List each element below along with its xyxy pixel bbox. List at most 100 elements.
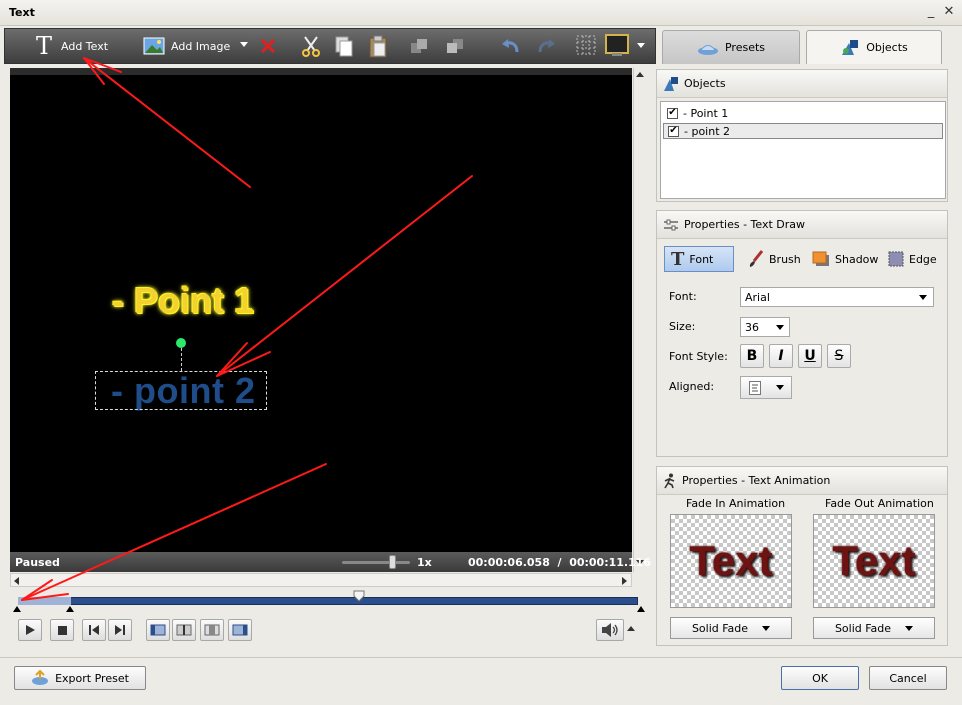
objects-panel-header: Objects <box>657 70 947 98</box>
chevron-down-icon <box>776 324 789 330</box>
tab-presets[interactable]: Presets <box>662 30 800 64</box>
next-frame-button[interactable] <box>108 619 132 641</box>
text-draw-panel-header: Properties - Text Draw <box>657 211 947 239</box>
ok-button[interactable]: OK <box>781 666 859 690</box>
text-animation-panel-header: Properties - Text Animation <box>657 467 947 495</box>
italic-button[interactable]: I <box>769 344 793 368</box>
volume-button[interactable] <box>596 619 624 641</box>
aligned-label: Aligned: <box>669 380 715 393</box>
previous-frame-button[interactable] <box>82 619 106 641</box>
background-dropdown-icon[interactable] <box>637 43 645 48</box>
trim-icon <box>204 624 220 636</box>
timeline-selection[interactable] <box>18 597 71 605</box>
edge-icon <box>888 251 904 267</box>
speed-value: 1x <box>417 556 432 569</box>
minimize-button[interactable]: _ <box>924 5 938 19</box>
fade-out-value: Solid Fade <box>834 621 892 635</box>
canvas-text-point-1[interactable]: - Point 1 <box>112 280 254 322</box>
copy-icon[interactable] <box>333 35 355 57</box>
bring-forward-icon[interactable] <box>409 37 429 55</box>
tab-font[interactable]: T Font <box>664 246 734 272</box>
fade-in-preview-text: Text <box>689 537 773 584</box>
fade-out-select[interactable]: Solid Fade <box>813 617 935 639</box>
add-image-dropdown-icon[interactable] <box>240 42 248 47</box>
objects-icon <box>840 39 860 57</box>
fade-out-label: Fade Out Animation <box>825 497 934 510</box>
object-label: - Point 1 <box>683 106 729 120</box>
cut-icon[interactable] <box>300 35 322 57</box>
skip-forward-icon <box>115 625 125 635</box>
scroll-right-icon[interactable] <box>622 577 627 585</box>
brush-icon <box>748 250 764 268</box>
list-item[interactable]: ✔ - Point 1 <box>663 105 943 121</box>
add-image-button[interactable]: Add Image <box>143 29 230 63</box>
add-image-label: Add Image <box>171 39 231 53</box>
vertical-scrollbar[interactable] <box>633 68 646 572</box>
list-item-selected[interactable]: ✔ - point 2 <box>663 123 943 139</box>
selection-box[interactable] <box>95 371 267 410</box>
font-select[interactable]: Arial <box>740 287 934 307</box>
properties-icon <box>663 219 679 231</box>
shadow-icon <box>812 251 830 267</box>
grid-icon[interactable] <box>576 35 596 55</box>
export-preset-button[interactable]: Export Preset <box>14 666 146 690</box>
paste-icon[interactable] <box>367 34 389 58</box>
delete-icon[interactable] <box>259 37 277 55</box>
horizontal-scrollbar[interactable] <box>10 573 632 587</box>
set-start-button[interactable] <box>146 619 170 641</box>
tab-edge[interactable]: Edge <box>882 246 943 272</box>
footer-divider <box>0 657 962 658</box>
timeline-out-marker-icon[interactable] <box>637 606 645 612</box>
strikethrough-button[interactable]: S <box>827 344 851 368</box>
speed-slider-track[interactable] <box>342 561 410 564</box>
underline-button[interactable]: U <box>798 344 822 368</box>
play-button[interactable] <box>18 619 42 641</box>
stop-button[interactable] <box>50 619 74 641</box>
speaker-icon <box>601 623 619 637</box>
add-text-button[interactable]: T Add Text <box>33 29 108 63</box>
object-checkbox[interactable]: ✔ <box>667 107 678 119</box>
send-backward-icon[interactable] <box>445 37 465 55</box>
bold-button[interactable]: B <box>740 344 764 368</box>
background-color-icon[interactable] <box>605 34 629 56</box>
align-left-icon <box>748 380 761 395</box>
cancel-button[interactable]: Cancel <box>869 666 947 690</box>
time-display: 00:00:06.058 / 00:00:11.116 <box>468 556 652 569</box>
text-tool-icon: T <box>35 32 52 60</box>
font-icon: T <box>671 248 685 270</box>
checkmark-icon: ✔ <box>668 107 677 118</box>
scroll-up-icon[interactable] <box>636 72 644 77</box>
size-select[interactable]: 36 <box>740 317 790 337</box>
fade-in-select[interactable]: Solid Fade <box>670 617 792 639</box>
tab-brush-label: Brush <box>769 252 801 266</box>
trim-button[interactable] <box>200 619 224 641</box>
object-checkbox[interactable]: ✔ <box>668 125 679 137</box>
rotation-connector <box>181 348 182 371</box>
timeline-track[interactable] <box>18 597 638 605</box>
volume-dropdown-icon[interactable] <box>627 626 635 631</box>
align-select[interactable] <box>740 376 792 399</box>
speed-slider-thumb[interactable] <box>389 555 396 569</box>
redo-icon[interactable] <box>535 36 557 56</box>
export-icon <box>31 670 49 686</box>
tab-presets-label: Presets <box>724 41 766 54</box>
set-end-button[interactable] <box>228 619 252 641</box>
tab-shadow[interactable]: Shadow <box>806 246 884 272</box>
tab-edge-label: Edge <box>909 252 937 266</box>
undo-icon[interactable] <box>500 36 522 56</box>
timeline-start-marker-icon[interactable] <box>13 606 21 612</box>
scroll-left-icon[interactable] <box>14 577 19 585</box>
split-button[interactable] <box>172 619 196 641</box>
tab-objects[interactable]: Objects <box>806 30 942 64</box>
timeline-end-marker-icon[interactable] <box>66 606 74 612</box>
chevron-down-icon <box>905 625 914 631</box>
timeline-playhead[interactable] <box>353 590 365 602</box>
font-value: Arial <box>745 290 770 304</box>
rotation-handle[interactable] <box>176 338 186 348</box>
tab-brush[interactable]: Brush <box>742 246 807 272</box>
fade-in-preview: Text <box>670 514 792 608</box>
video-preview[interactable] <box>10 68 632 552</box>
close-button[interactable]: ✕ <box>942 5 956 19</box>
object-label: - point 2 <box>684 124 731 138</box>
objects-list[interactable]: ✔ - Point 1 ✔ - point 2 <box>660 101 946 199</box>
